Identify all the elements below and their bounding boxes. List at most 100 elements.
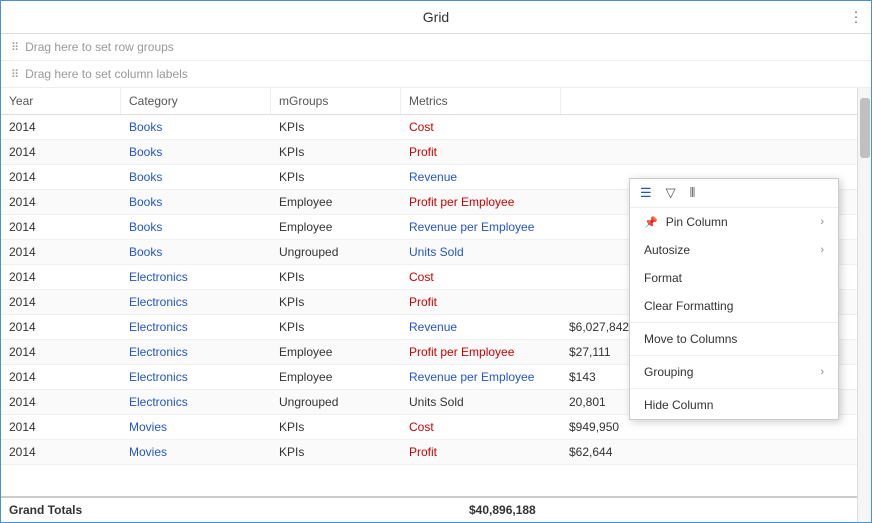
menu-filter-icon[interactable]: ☰ (640, 185, 652, 201)
cell-mgroups: Employee (271, 215, 401, 239)
separator-3 (630, 388, 838, 389)
cell-metrics: Cost (401, 115, 561, 139)
drag-col-icon: ⠿ (11, 68, 19, 81)
cell-category: Books (121, 115, 271, 139)
cell-year: 2014 (1, 165, 121, 189)
cell-year: 2014 (1, 440, 121, 464)
menu-move-to-columns[interactable]: Move to Columns (630, 325, 838, 353)
cell-mgroups: KPIs (271, 415, 401, 439)
menu-format[interactable]: Format (630, 264, 838, 292)
menu-clear-formatting[interactable]: Clear Formatting (630, 292, 838, 320)
scrollbar-thumb[interactable] (860, 98, 870, 158)
cell-year: 2014 (1, 240, 121, 264)
cell-category: Books (121, 215, 271, 239)
cell-year: 2014 (1, 390, 121, 414)
pin-icon: 📌 (644, 216, 658, 229)
cell-mgroups: Employee (271, 365, 401, 389)
grid-wrapper: Year Category mGroups Metrics 2014 Books… (1, 88, 871, 522)
cell-year: 2014 (1, 290, 121, 314)
header-year[interactable]: Year (1, 88, 121, 114)
cell-category: Electronics (121, 340, 271, 364)
context-menu: ☰ ▽ ⦀ 📌 Pin Column › Autosize › Forma (629, 178, 839, 420)
cell-mgroups: Employee (271, 190, 401, 214)
cell-mgroups: Employee (271, 340, 401, 364)
table-row: 2014 Books KPIs Profit (1, 140, 871, 165)
cell-metrics: Revenue (401, 315, 561, 339)
cell-metrics: Revenue per Employee (401, 365, 561, 389)
menu-format-label: Format (644, 271, 682, 285)
grand-totals-value: $40,896,188 (469, 503, 863, 517)
title-bar: Grid ⋮ (1, 1, 871, 34)
cell-category: Electronics (121, 315, 271, 339)
cell-year: 2014 (1, 115, 121, 139)
context-menu-toolbar: ☰ ▽ ⦀ (630, 179, 838, 208)
header-metrics[interactable]: Metrics (401, 88, 561, 114)
menu-move-to-columns-label: Move to Columns (644, 332, 737, 346)
cell-mgroups: KPIs (271, 265, 401, 289)
drag-col-labels-bar[interactable]: ⠿ Drag here to set column labels (1, 61, 871, 88)
drag-row-icon: ⠿ (11, 41, 19, 54)
drag-col-labels-label: Drag here to set column labels (25, 67, 188, 81)
cell-year: 2014 (1, 315, 121, 339)
cell-year: 2014 (1, 415, 121, 439)
grid-title: Grid (423, 9, 449, 25)
cell-metrics: Profit per Employee (401, 340, 561, 364)
cell-mgroups: KPIs (271, 165, 401, 189)
table-row: 2014 Books KPIs Cost (1, 115, 871, 140)
menu-grouping-label: Grouping (644, 365, 693, 379)
grand-totals-label: Grand Totals (9, 503, 469, 517)
cell-metrics: Profit (401, 440, 561, 464)
cell-metrics: Revenue (401, 165, 561, 189)
cell-mgroups: KPIs (271, 115, 401, 139)
cell-value (561, 140, 871, 164)
menu-autosize-label: Autosize (644, 243, 690, 257)
cell-year: 2014 (1, 140, 121, 164)
grouping-chevron: › (820, 366, 824, 378)
cell-category: Books (121, 165, 271, 189)
separator-1 (630, 322, 838, 323)
grid-header: Year Category mGroups Metrics (1, 88, 871, 115)
app-container: Grid ⋮ ⠿ Drag here to set row groups ⠿ D… (0, 0, 872, 523)
menu-pin-column-label: Pin Column (666, 215, 728, 229)
scrollbar[interactable] (857, 88, 871, 522)
cell-mgroups: KPIs (271, 440, 401, 464)
cell-metrics: Profit (401, 140, 561, 164)
cell-metrics: Profit (401, 290, 561, 314)
menu-pin-column[interactable]: 📌 Pin Column › (630, 208, 838, 236)
menu-hide-column[interactable]: Hide Column (630, 391, 838, 419)
cell-mgroups: KPIs (271, 315, 401, 339)
menu-icon[interactable]: ⋮ (849, 9, 863, 26)
menu-funnel-icon[interactable]: ▽ (666, 185, 676, 201)
autosize-chevron: › (820, 244, 824, 256)
cell-category: Electronics (121, 390, 271, 414)
header-mgroups[interactable]: mGroups (271, 88, 401, 114)
cell-year: 2014 (1, 215, 121, 239)
drag-row-groups-label: Drag here to set row groups (25, 40, 174, 54)
cell-category: Movies (121, 440, 271, 464)
menu-autosize[interactable]: Autosize › (630, 236, 838, 264)
drag-row-groups-bar[interactable]: ⠿ Drag here to set row groups (1, 34, 871, 61)
cell-year: 2014 (1, 365, 121, 389)
table-row: 2014 Movies KPIs Profit $62,644 (1, 440, 871, 465)
cell-mgroups: Ungrouped (271, 390, 401, 414)
cell-category: Electronics (121, 290, 271, 314)
cell-category: Books (121, 240, 271, 264)
cell-value (561, 115, 871, 139)
cell-category: Books (121, 140, 271, 164)
cell-category: Electronics (121, 365, 271, 389)
cell-year: 2014 (1, 340, 121, 364)
menu-grouping[interactable]: Grouping › (630, 358, 838, 386)
menu-columns-icon[interactable]: ⦀ (690, 185, 696, 201)
grand-totals-row: Grand Totals $40,896,188 (1, 496, 871, 522)
separator-2 (630, 355, 838, 356)
menu-clear-formatting-label: Clear Formatting (644, 299, 733, 313)
cell-metrics: Profit per Employee (401, 190, 561, 214)
cell-year: 2014 (1, 265, 121, 289)
header-category[interactable]: Category (121, 88, 271, 114)
cell-metrics: Units Sold (401, 240, 561, 264)
header-value (561, 88, 871, 114)
cell-metrics: Cost (401, 265, 561, 289)
cell-category: Movies (121, 415, 271, 439)
menu-hide-column-label: Hide Column (644, 398, 713, 412)
cell-metrics: Units Sold (401, 390, 561, 414)
